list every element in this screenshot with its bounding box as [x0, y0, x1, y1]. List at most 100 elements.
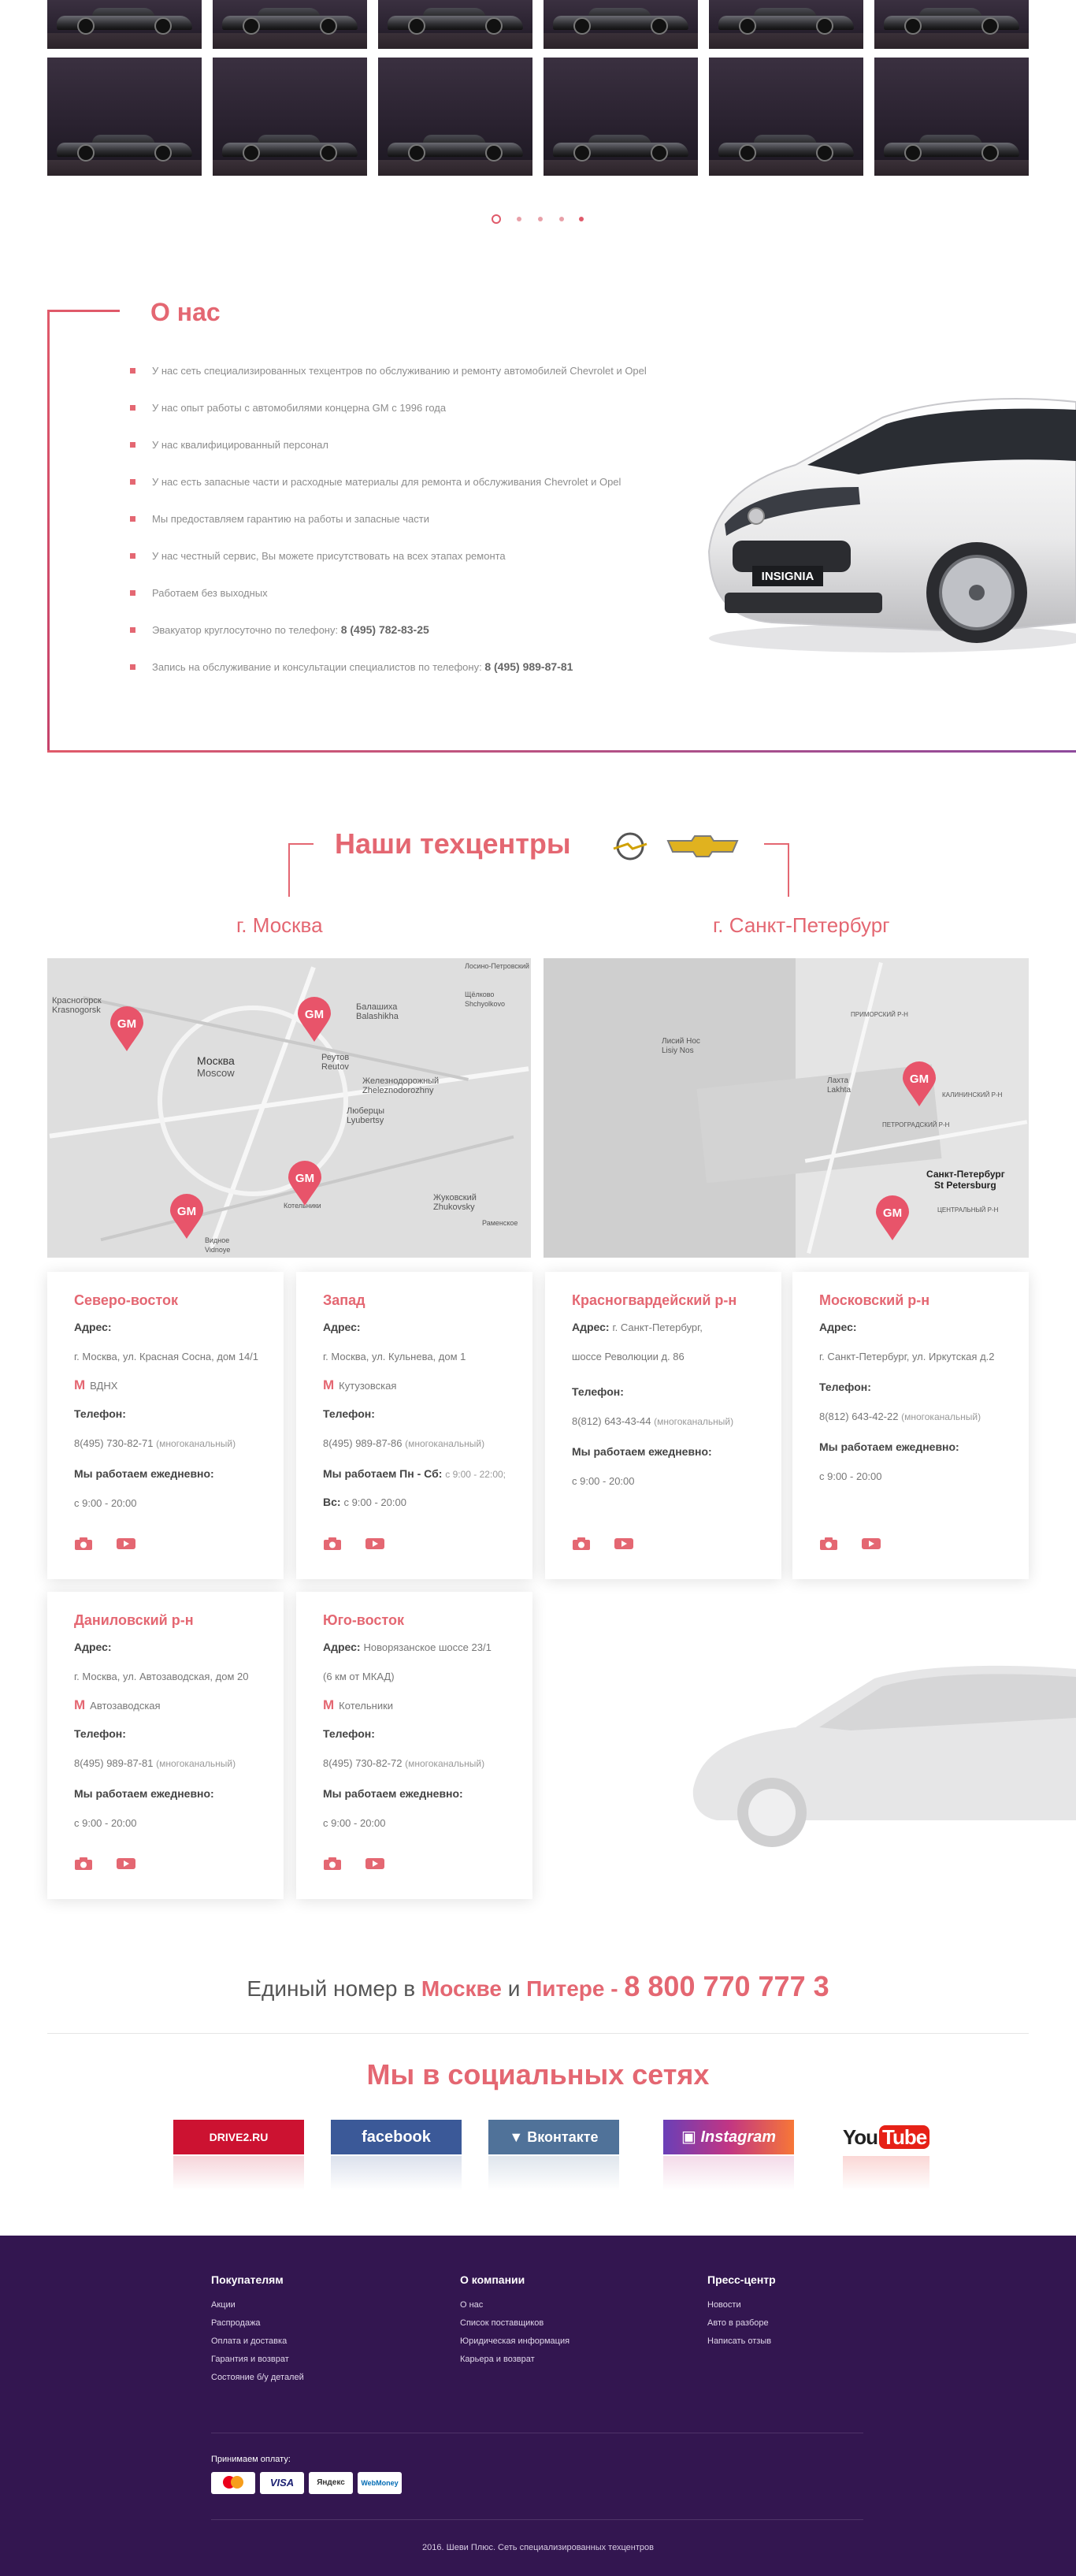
footer-link[interactable]: Написать отзыв: [707, 2336, 776, 2346]
camera-icon[interactable]: [323, 1857, 342, 1871]
center-name[interactable]: Северо-восток: [74, 1292, 178, 1309]
map-label: ЦЕНТРАЛЬНЫЙ Р-Н: [937, 1206, 999, 1214]
map-label: Щёлково: [465, 991, 495, 998]
instagram-button[interactable]: ▣ Instagram: [663, 2120, 794, 2154]
map-pin-icon[interactable]: GM: [296, 996, 332, 1043]
center-card: Московский р-н Адрес: г. Санкт-Петербург…: [792, 1272, 1029, 1579]
address-value: (6 км от МКАД): [323, 1671, 395, 1682]
address-label: Адрес:: [819, 1321, 857, 1333]
list-item: Работаем без выходных: [130, 583, 666, 603]
footer-heading: О компании: [460, 2273, 525, 2286]
center-name[interactable]: Юго-восток: [323, 1612, 404, 1629]
address-label: Адрес:: [74, 1321, 112, 1333]
phone-value[interactable]: 8(495) 989-87-81 (многоканальный): [74, 1757, 236, 1769]
vkontakte-button[interactable]: ▼ Вконтакте: [488, 2120, 619, 2154]
footer-link[interactable]: Юридическая информация: [460, 2336, 570, 2346]
map-pin-icon[interactable]: GM: [109, 1005, 145, 1053]
about-title: О нас: [150, 298, 221, 326]
map-label: Zhukovsky: [433, 1203, 475, 1212]
gallery-thumbnail[interactable]: [378, 0, 532, 49]
phone-value[interactable]: 8(812) 643-42-22 (многоканальный): [819, 1411, 981, 1422]
gallery-thumbnail[interactable]: [47, 0, 202, 49]
tow-phone[interactable]: 8 (495) 782-83-25: [341, 623, 429, 636]
footer-link[interactable]: Новости: [707, 2300, 776, 2310]
gallery-thumbnail[interactable]: [544, 58, 698, 176]
list-item: У нас честный сервис, Вы можете присутст…: [130, 546, 666, 566]
pagination-dot[interactable]: [579, 217, 584, 221]
video-icon[interactable]: [365, 1857, 384, 1871]
gallery-thumbnail[interactable]: [874, 0, 1029, 49]
map-label: Балашиха: [356, 1002, 398, 1012]
map-pin-icon[interactable]: GM: [874, 1195, 911, 1242]
pagination-dot[interactable]: [517, 217, 521, 221]
center-name[interactable]: Московский р-н: [819, 1292, 929, 1309]
phone-value[interactable]: 8(495) 730-82-71 (многоканальный): [74, 1437, 236, 1449]
footer-link[interactable]: Список поставщиков: [460, 2318, 570, 2328]
hours-label: Мы работаем ежедневно:: [74, 1467, 214, 1480]
phone-value[interactable]: 8(495) 730-82-72 (многоканальный): [323, 1757, 484, 1769]
footer-link[interactable]: Карьера и возврат: [460, 2355, 570, 2364]
gallery-thumbnail[interactable]: [709, 58, 863, 176]
address-label: Адрес:: [74, 1641, 112, 1653]
map-pin-icon[interactable]: GM: [901, 1061, 937, 1108]
plate-text: INSIGNIA: [762, 570, 814, 583]
footer-link[interactable]: Оплата и доставка: [211, 2336, 304, 2346]
camera-icon[interactable]: [572, 1537, 591, 1551]
footer-link[interactable]: Распродажа: [211, 2318, 304, 2328]
svg-text:GM: GM: [117, 1017, 136, 1031]
map-pin-icon[interactable]: GM: [169, 1193, 205, 1240]
gallery-thumbnail[interactable]: [874, 58, 1029, 176]
footer-link[interactable]: Гарантия и возврат: [211, 2355, 304, 2364]
video-icon[interactable]: [862, 1537, 881, 1551]
phone-value[interactable]: 8(812) 643-43-44 (многоканальный): [572, 1415, 733, 1427]
metro: M ВДНХ: [74, 1377, 118, 1392]
map-label: St Petersburg: [934, 1180, 996, 1191]
address-label: Адрес: Новорязанское шоссе 23/1: [323, 1641, 492, 1653]
map-label: Раменское: [482, 1219, 518, 1227]
map-pin-icon[interactable]: GM: [287, 1160, 323, 1207]
gallery-thumbnail[interactable]: [544, 0, 698, 49]
map-label: Железнодорожный: [362, 1076, 440, 1086]
metro: M Котельники: [323, 1697, 394, 1712]
gallery-thumbnail[interactable]: [709, 0, 863, 49]
phone-label: Телефон:: [74, 1407, 126, 1420]
drive2-button[interactable]: DRIVE2.RU: [173, 2120, 304, 2154]
hours-value: с 9:00 - 20:00: [323, 1817, 386, 1829]
pagination-dot[interactable]: [559, 217, 564, 221]
gallery-thumbnail[interactable]: [213, 58, 367, 176]
video-icon[interactable]: [117, 1537, 135, 1551]
center-name[interactable]: Запад: [323, 1292, 365, 1309]
camera-icon[interactable]: [819, 1537, 838, 1551]
list-item: У нас опыт работы с автомобилями концерн…: [130, 398, 666, 418]
map-spb[interactable]: Лахта Lakhta Санкт-Петербург St Petersbu…: [544, 958, 1029, 1258]
title-bracket-left: [288, 843, 314, 897]
hotline-number[interactable]: 8 800 770 777 3: [624, 1970, 829, 2002]
sunday-hours: Вс: с 9:00 - 20:00: [323, 1496, 406, 1508]
footer-link[interactable]: О нас: [460, 2300, 570, 2310]
pagination-dot[interactable]: [492, 214, 501, 224]
map-moscow[interactable]: Красногорск Krasnogorsk Москва Moscow Ба…: [47, 958, 531, 1258]
video-icon[interactable]: [365, 1537, 384, 1551]
map-label: Санкт-Петербург: [926, 1169, 1005, 1180]
video-icon[interactable]: [614, 1537, 633, 1551]
youtube-button[interactable]: You Tube: [835, 2120, 937, 2154]
button-reflection: [331, 2156, 462, 2191]
camera-icon[interactable]: [74, 1857, 93, 1871]
center-name[interactable]: Красногвардейский р-н: [572, 1292, 737, 1309]
pagination-dot[interactable]: [538, 217, 543, 221]
gallery-thumbnail[interactable]: [213, 0, 367, 49]
facebook-button[interactable]: facebook: [331, 2120, 462, 2154]
footer-link[interactable]: Авто в разборе: [707, 2318, 776, 2328]
gallery-thumbnail[interactable]: [47, 58, 202, 176]
booking-phone[interactable]: 8 (495) 989-87-81: [484, 660, 573, 673]
phone-value[interactable]: 8(495) 989-87-86 (многоканальный): [323, 1437, 484, 1449]
camera-icon[interactable]: [74, 1537, 93, 1551]
footer-link[interactable]: Состояние б/у деталей: [211, 2373, 304, 2382]
center-card: Юго-восток Адрес: Новорязанское шоссе 23…: [296, 1592, 532, 1899]
footer-link[interactable]: Акции: [211, 2300, 304, 2310]
center-name[interactable]: Даниловский р-н: [74, 1612, 194, 1629]
video-icon[interactable]: [117, 1857, 135, 1871]
camera-icon[interactable]: [323, 1537, 342, 1551]
hotline: Единый номер в Москве и Питере - 8 800 7…: [247, 1970, 829, 2002]
gallery-thumbnail[interactable]: [378, 58, 532, 176]
